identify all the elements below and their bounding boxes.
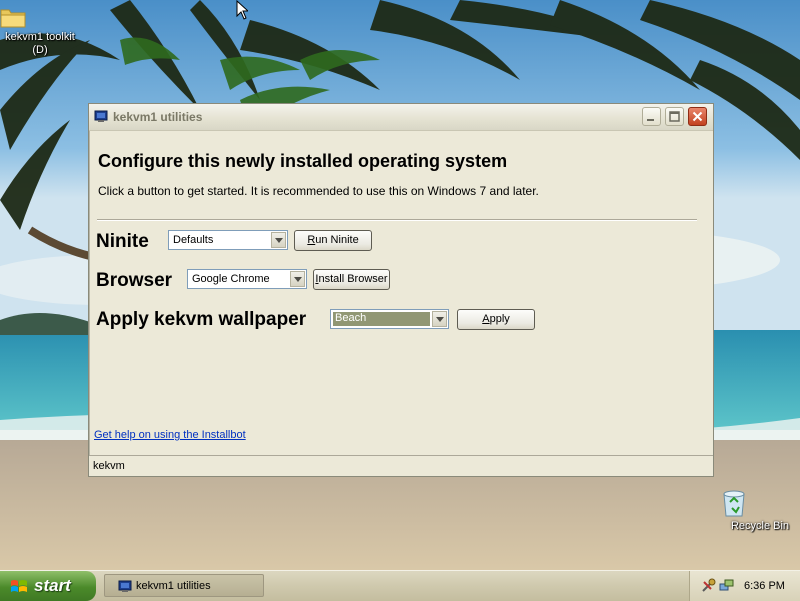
- wallpaper-label: Apply kekvm wallpaper: [96, 309, 307, 330]
- status-bar: kekvm: [89, 455, 713, 476]
- start-label: start: [34, 576, 71, 595]
- run-ninite-button[interactable]: Run Ninite: [294, 230, 372, 251]
- wallpaper-value: Beach: [333, 312, 430, 326]
- desktop-icon-label: Recycle Bin: [730, 520, 790, 532]
- browser-label: Browser: [96, 270, 173, 291]
- utilities-window: kekvm1 utilities Configure this newly in…: [88, 103, 714, 477]
- window-content: Configure this newly installed operating…: [89, 131, 713, 476]
- folder-icon: [0, 5, 53, 29]
- system-tray: 6:36 PM: [689, 571, 800, 601]
- taskbar-item-label: kekvm1 utilities: [136, 580, 211, 592]
- recycle-bin-icon: [723, 488, 774, 518]
- windows-logo-icon: [11, 580, 27, 592]
- desktop-icon-label: kekvm1 toolkit: [5, 31, 75, 43]
- mnemonic: A: [482, 313, 490, 325]
- desktop-icon-label-line2: (D): [32, 44, 48, 56]
- minimize-button[interactable]: [642, 107, 661, 126]
- network-icon[interactable]: [719, 578, 734, 593]
- chevron-down-icon[interactable]: [290, 271, 305, 287]
- mouse-pointer-icon: [236, 0, 248, 20]
- maximize-button[interactable]: [665, 107, 684, 126]
- wallpaper-select[interactable]: Beach: [330, 309, 449, 329]
- chevron-down-icon[interactable]: [432, 311, 447, 327]
- app-icon: [118, 580, 132, 592]
- help-link[interactable]: Get help on using the Installbot: [94, 429, 246, 441]
- taskbar-item-utilities[interactable]: kekvm1 utilities: [104, 574, 264, 597]
- browser-value: Google Chrome: [192, 273, 270, 285]
- button-label: nstall Browser: [318, 273, 388, 285]
- page-heading: Configure this newly installed operating…: [98, 151, 508, 171]
- window-titlebar[interactable]: kekvm1 utilities: [89, 104, 713, 131]
- install-browser-button[interactable]: Install Browser: [313, 269, 390, 290]
- browser-select[interactable]: Google Chrome: [187, 269, 307, 289]
- apply-wallpaper-button[interactable]: Apply: [457, 309, 535, 330]
- button-label: un Ninite: [315, 234, 359, 246]
- desktop-icon-toolkit[interactable]: kekvm1 toolkit (D): [0, 5, 80, 57]
- ninite-preset-value: Defaults: [173, 234, 214, 246]
- ninite-preset-select[interactable]: Defaults: [168, 230, 288, 250]
- app-icon: [94, 110, 108, 122]
- start-button[interactable]: start: [0, 571, 96, 601]
- desktop-icon-recycle-bin[interactable]: Recycle Bin: [720, 488, 800, 533]
- divider: [97, 219, 697, 221]
- button-label: pply: [489, 313, 510, 325]
- ninite-label: Ninite: [96, 231, 149, 252]
- window-title: kekvm1 utilities: [113, 110, 203, 124]
- clock[interactable]: 6:36 PM: [744, 580, 785, 592]
- minimize-icon: [647, 119, 654, 121]
- status-text: kekvm: [93, 460, 125, 472]
- close-icon: [692, 111, 703, 122]
- chevron-down-icon[interactable]: [271, 232, 286, 248]
- instructions-text: Click a button to get started. It is rec…: [98, 184, 539, 198]
- maximize-icon: [669, 111, 680, 122]
- tools-icon[interactable]: [701, 578, 716, 593]
- close-button[interactable]: [688, 107, 707, 126]
- taskbar: start kekvm1 utilities 6:36 PM: [0, 570, 800, 601]
